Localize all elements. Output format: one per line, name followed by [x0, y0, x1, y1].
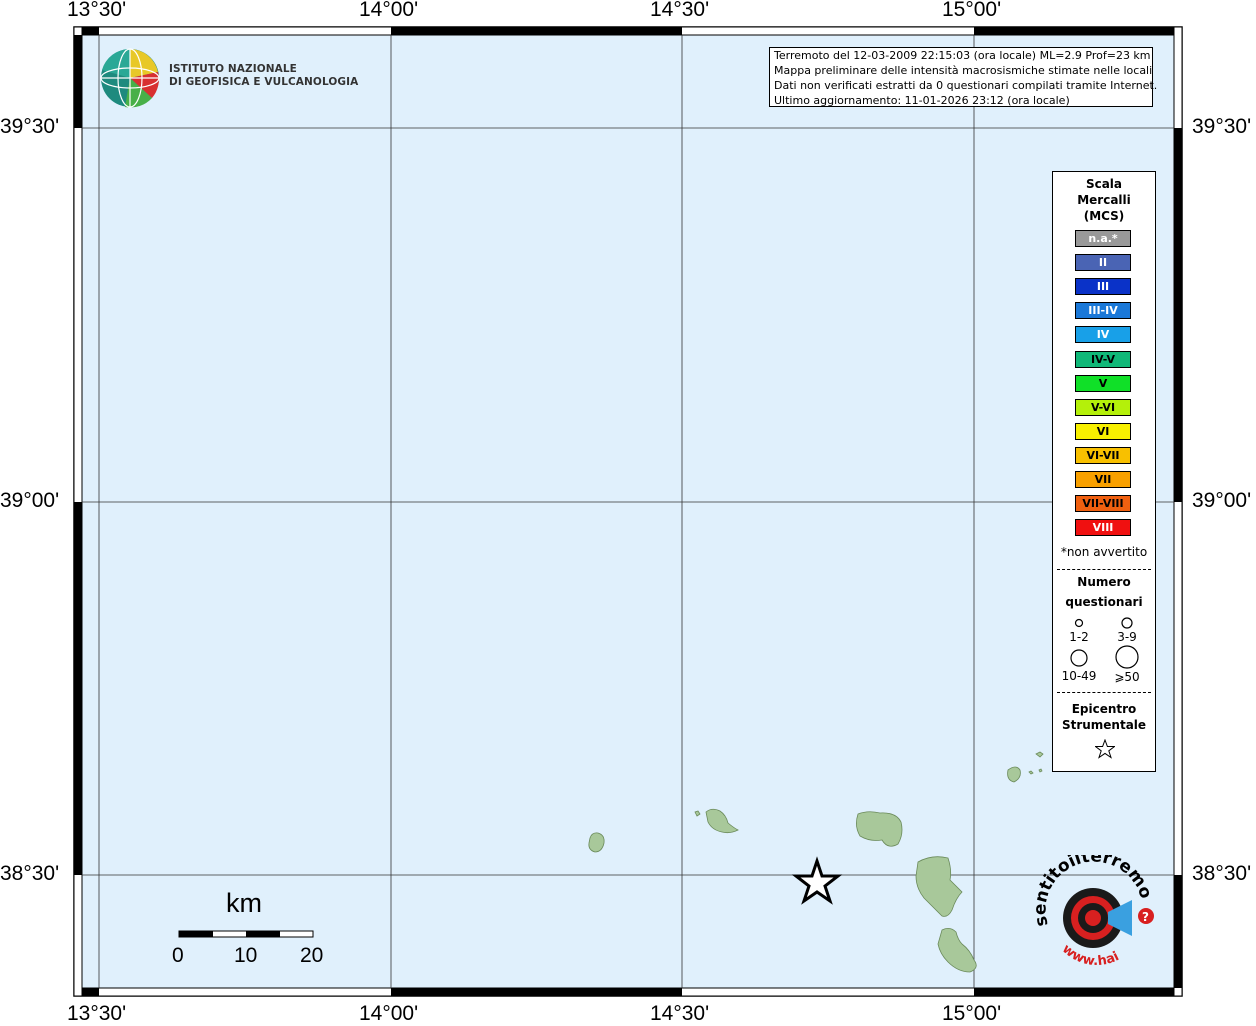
epicenter-title-1: Epicentro [1071, 702, 1137, 716]
count-label-1: 1-2 [1069, 630, 1089, 644]
epicenter-legend-icon [1095, 739, 1115, 759]
lon-tick-bottom-1: 13°30' [67, 1002, 127, 1025]
intensity-swatch: III [1075, 278, 1131, 296]
intensity-swatch: VI-VII [1075, 446, 1131, 464]
svg-text:www.hai: www.hai [1059, 942, 1121, 969]
frame-right [1173, 26, 1183, 997]
legend-separator [1057, 569, 1151, 570]
intensity-swatch: VIII [1075, 519, 1131, 537]
event-info-line1: Terremoto del 12-03-2009 22:15:03 (ora l… [774, 49, 1151, 62]
legend: Scala Mercalli (MCS) n.a.* II III III-IV IV I… [1052, 171, 1156, 772]
islet-3 [1038, 768, 1043, 773]
intensity-swatch: IV-V [1075, 350, 1131, 368]
intensity-swatch: VII-VIII [1075, 495, 1131, 513]
intensity-swatch: IV [1075, 326, 1131, 344]
event-info-line2: Mappa preliminare delle intensità macros… [774, 64, 1152, 77]
scale-label-10: 10 [234, 944, 258, 967]
frame-top [73, 26, 1183, 36]
lon-tick-bottom-4: 15°00' [942, 1002, 1002, 1025]
scale-label-0: 0 [172, 944, 184, 967]
badge-bottom-text: www.hai [1059, 942, 1121, 969]
intensity-swatch: III-IV [1075, 302, 1131, 320]
intensity-swatch: VII [1075, 471, 1131, 488]
legend-separator-2 [1057, 692, 1151, 693]
institute-name-line1: ISTITUTO NAZIONALE [169, 63, 297, 75]
lat-tick-left-2: 39°00' [0, 489, 60, 512]
scale-bar [178, 930, 314, 938]
lon-tick-top-2: 14°00' [359, 0, 419, 21]
count-title-1: Numero [1077, 575, 1131, 589]
scale-label-20: 20 [300, 944, 324, 967]
not-felt-note: *non avvertito [1060, 545, 1148, 559]
legend-title-2: Mercalli [1077, 193, 1131, 207]
count-label-3: 10-49 [1061, 669, 1097, 683]
lat-tick-right-3: 38°30' [1192, 862, 1252, 885]
intensity-swatch: V [1075, 374, 1131, 392]
legend-title-3: (MCS) [1083, 209, 1125, 223]
lon-tick-top-1: 13°30' [67, 0, 127, 21]
lat-tick-left-1: 39°30' [0, 115, 60, 138]
institute-name: ISTITUTO NAZIONALE DI GEOFISICA E VULCAN… [169, 63, 358, 89]
scale-unit: km [226, 888, 262, 918]
lat-tick-right-1: 39°30' [1192, 115, 1252, 138]
lon-tick-top-4: 15°00' [942, 0, 1002, 21]
lat-tick-right-2: 39°00' [1192, 489, 1252, 512]
badge-question: ? [1142, 910, 1149, 924]
count-label-2: 3-9 [1117, 630, 1137, 644]
intensity-swatch: II [1075, 254, 1131, 272]
event-info-box: Terremoto del 12-03-2009 22:15:03 (ora l… [769, 47, 1158, 107]
svg-text:sentitoilterremoto.it: sentitoilterremoto.it [1030, 855, 1156, 928]
map-sea [74, 27, 1182, 996]
lon-tick-top-3: 14°30' [650, 0, 710, 21]
legend-title-1: Scala [1085, 177, 1123, 191]
intensity-swatch: V-VI [1075, 398, 1131, 416]
count-title-2: questionari [1065, 595, 1143, 609]
intensity-swatch: VI [1075, 422, 1131, 440]
frame-left [73, 26, 83, 997]
epicenter-title-2: Strumentale [1061, 718, 1147, 732]
badge-top-text: sentitoilterremoto.it [1030, 855, 1156, 928]
lon-tick-bottom-3: 14°30' [650, 1002, 710, 1025]
count-label-4: ⩾50 [1114, 670, 1140, 684]
intensity-swatch: n.a.* [1075, 230, 1131, 247]
event-info-line3: Dati non verificati estratti da 0 questi… [774, 79, 1158, 92]
badge-text: sentitoilterremoto.it www.hai ? [1030, 855, 1156, 969]
lat-tick-left-3: 38°30' [0, 862, 60, 885]
lon-tick-bottom-2: 14°00' [359, 1002, 419, 1025]
frame-bottom [73, 987, 1183, 997]
institute-name-line2: DI GEOFISICA E VULCANOLOGIA [169, 76, 359, 88]
event-info-line4: Ultimo aggiornamento: 11-01-2026 23:12 (… [774, 94, 1070, 107]
